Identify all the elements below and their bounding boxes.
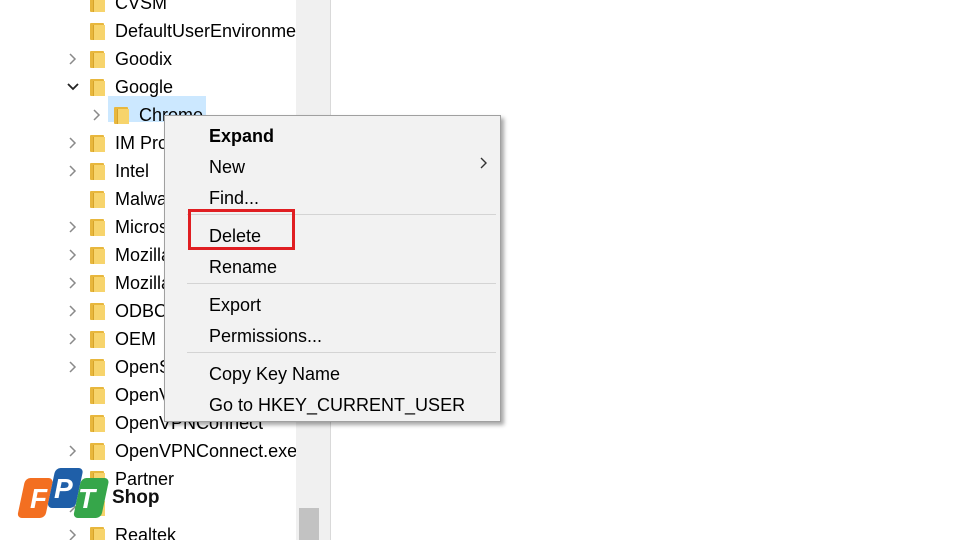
folder-icon xyxy=(90,219,105,236)
context-menu: Expand New Find... Delete Rename Export … xyxy=(164,115,501,422)
folder-icon xyxy=(90,79,105,96)
folder-icon xyxy=(90,275,105,292)
menu-item-rename[interactable]: Rename xyxy=(209,256,277,278)
tree-item-label: CVSM xyxy=(115,0,168,13)
svg-text:T: T xyxy=(78,483,98,514)
tree-item-label: OpenVPNConnect.exe xyxy=(115,441,296,461)
tree-item-label: Mozilla xyxy=(115,273,172,293)
folder-icon xyxy=(90,331,105,348)
folder-icon xyxy=(90,0,105,12)
tree-item[interactable]: OpenVPNConnect.exe xyxy=(0,437,296,465)
folder-icon xyxy=(90,359,105,376)
folder-icon xyxy=(90,51,105,68)
tree-item-label: ODBC xyxy=(115,301,168,321)
tree-item-label: OEM xyxy=(115,329,157,349)
folder-icon xyxy=(90,247,105,264)
delete-highlight-annotation xyxy=(188,209,295,250)
menu-item-new[interactable]: New xyxy=(209,156,245,178)
folder-icon xyxy=(90,527,105,540)
chevron-right-icon[interactable] xyxy=(66,164,80,178)
svg-text:F: F xyxy=(30,483,48,514)
folder-icon xyxy=(90,135,105,152)
chevron-right-icon[interactable] xyxy=(66,248,80,262)
folder-icon xyxy=(90,303,105,320)
menu-item-go-to-hkcu[interactable]: Go to HKEY_CURRENT_USER xyxy=(209,394,465,416)
tree-item-label: IM Pro xyxy=(115,133,169,153)
scrollbar-thumb[interactable] xyxy=(299,508,319,540)
submenu-arrow-icon xyxy=(480,157,487,169)
folder-icon xyxy=(90,443,105,460)
tree-item-label: Goodix xyxy=(115,49,173,69)
chevron-right-icon[interactable] xyxy=(66,220,80,234)
folder-icon xyxy=(90,415,105,432)
tree-item[interactable]: DefaultUserEnvironmen xyxy=(0,17,296,45)
chevron-right-icon[interactable] xyxy=(90,108,104,122)
chevron-right-icon[interactable] xyxy=(66,52,80,66)
chevron-right-icon[interactable] xyxy=(66,276,80,290)
chevron-right-icon[interactable] xyxy=(66,332,80,346)
menu-item-find[interactable]: Find... xyxy=(209,187,259,209)
chevron-right-icon[interactable] xyxy=(66,304,80,318)
chevron-right-icon[interactable] xyxy=(66,136,80,150)
chevron-right-icon[interactable] xyxy=(66,444,80,458)
tree-item-label: OpenV xyxy=(115,385,172,405)
tree-item-label: Intel xyxy=(115,161,150,181)
tree-item-label: Malwa xyxy=(115,189,168,209)
menu-separator xyxy=(187,352,496,353)
folder-icon xyxy=(90,23,105,40)
tree-item[interactable]: Google xyxy=(0,73,296,101)
tree-item[interactable]: Goodix xyxy=(0,45,296,73)
tree-item-label: DefaultUserEnvironmen xyxy=(115,21,296,41)
menu-item-expand[interactable]: Expand xyxy=(209,125,274,147)
menu-item-permissions[interactable]: Permissions... xyxy=(209,325,322,347)
tree-item-label: OpenS xyxy=(115,357,172,377)
menu-item-export[interactable]: Export xyxy=(209,294,261,316)
tree-item[interactable]: CVSM xyxy=(0,0,296,17)
folder-icon xyxy=(90,191,105,208)
menu-separator xyxy=(187,283,496,284)
tree-item-label: Micros xyxy=(115,217,168,237)
tree-item-label: Google xyxy=(115,77,174,97)
folder-icon xyxy=(90,387,105,404)
chevron-right-icon[interactable] xyxy=(66,528,80,540)
svg-text:P: P xyxy=(54,473,73,504)
tree-item-label: Mozilla xyxy=(115,245,172,265)
folder-icon xyxy=(114,107,129,124)
chevron-down-icon[interactable] xyxy=(66,80,80,94)
menu-item-copy-key-name[interactable]: Copy Key Name xyxy=(209,363,340,385)
folder-icon xyxy=(90,163,105,180)
chevron-right-icon[interactable] xyxy=(66,360,80,374)
shop-label: Shop xyxy=(112,487,160,508)
